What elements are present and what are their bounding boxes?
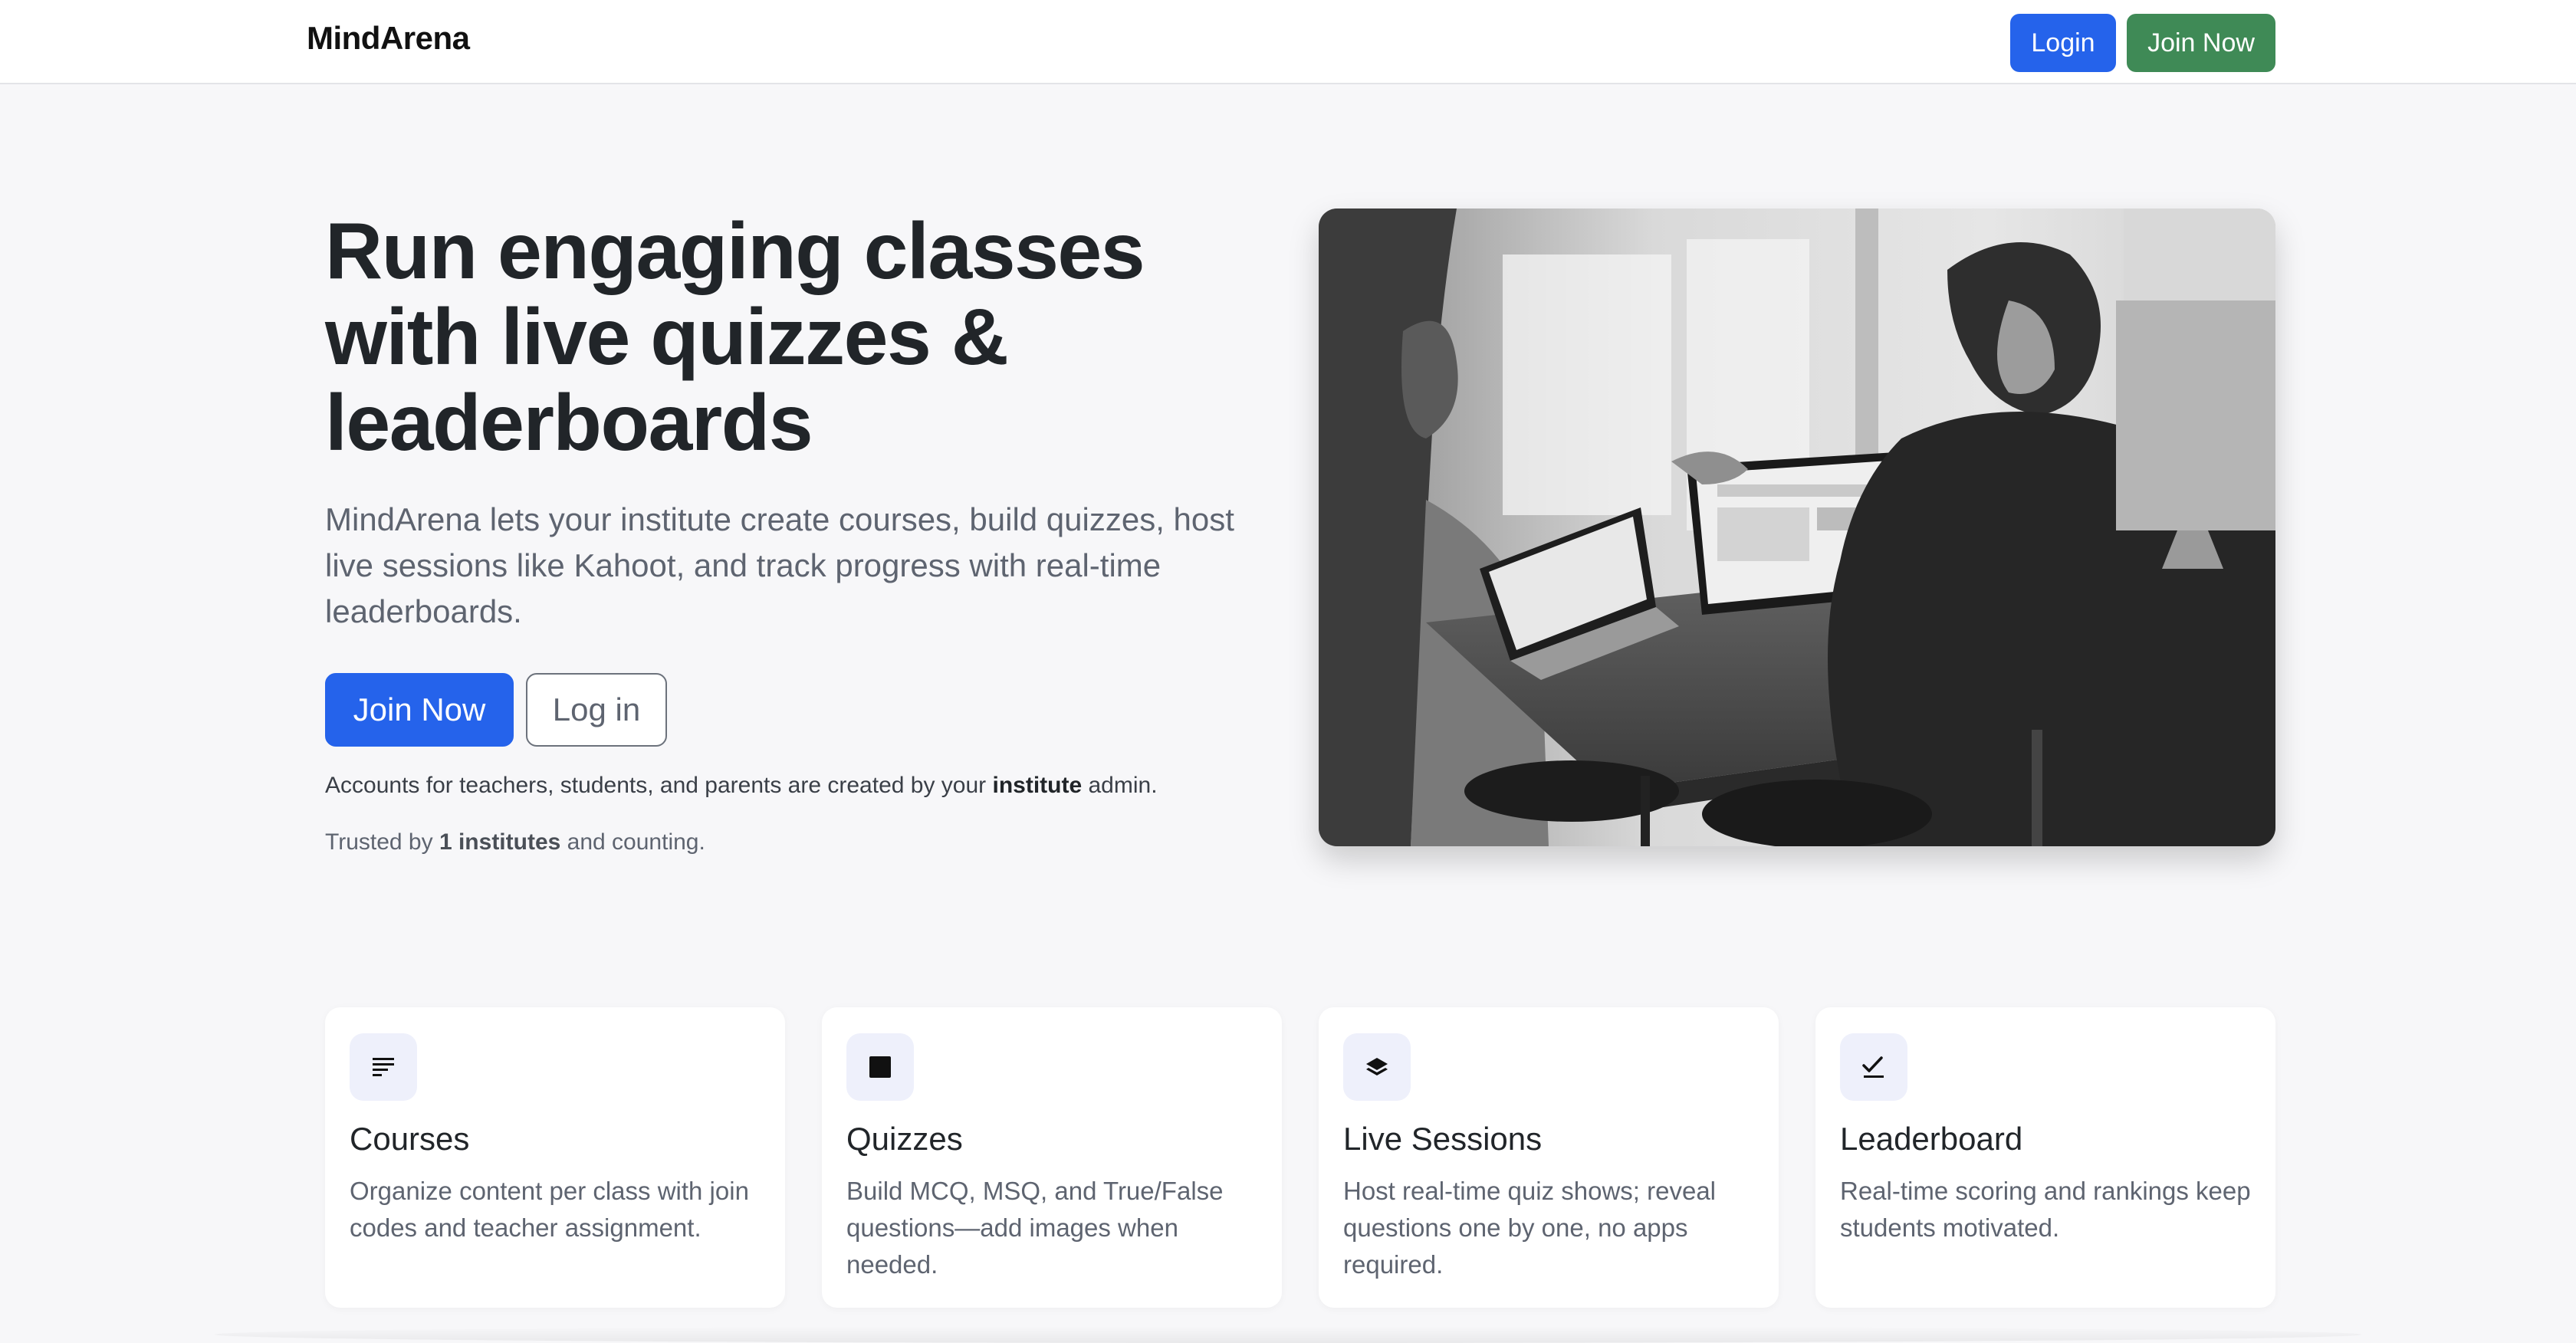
- trusted-note: Trusted by 1 institutes and counting.: [325, 829, 705, 855]
- hero-login-button[interactable]: Log in: [526, 673, 667, 747]
- layers-icon: [1343, 1033, 1411, 1101]
- nav-join-button[interactable]: Join Now: [2127, 14, 2275, 72]
- feature-description: Organize content per class with join cod…: [350, 1177, 749, 1242]
- layers-icon-svg: [1366, 1058, 1388, 1075]
- hero-subtitle: MindArena lets your institute create cou…: [325, 501, 1234, 629]
- feature-title: Courses: [350, 1121, 470, 1157]
- square-icon: [846, 1033, 914, 1101]
- feature-card-leaderboard: Leaderboard Real-time scoring and rankin…: [1815, 1007, 2275, 1308]
- accounts-note-prefix: Accounts for teachers, students, and par…: [325, 773, 993, 798]
- accounts-note-bold: institute: [992, 773, 1083, 798]
- trusted-note-count: 1 institutes: [439, 829, 561, 855]
- feature-description: Build MCQ, MSQ, and True/False questions…: [846, 1177, 1224, 1279]
- check-icon: [1840, 1033, 1907, 1101]
- hero-title: Run engaging classes with live quizzes &…: [325, 207, 1145, 468]
- accounts-note: Accounts for teachers, students, and par…: [325, 773, 1158, 799]
- feature-card-live-sessions: Live Sessions Host real-time quiz shows;…: [1319, 1007, 1779, 1308]
- check-icon-svg: [1862, 1056, 1884, 1078]
- hero-photo-illustration: [1319, 209, 2275, 846]
- feature-title: Leaderboard: [1840, 1121, 2023, 1157]
- feature-title: Live Sessions: [1343, 1121, 1543, 1157]
- feature-title: Quizzes: [846, 1121, 963, 1157]
- hero-join-button[interactable]: Join Now: [325, 673, 514, 747]
- trusted-note-suffix: and counting.: [560, 829, 705, 855]
- top-navbar: MindArena Login Join Now: [0, 0, 2576, 84]
- footer-shadow: [215, 1326, 2361, 1343]
- text-lines-icon: [350, 1033, 417, 1101]
- feature-card-courses: Courses Organize content per class with …: [325, 1007, 785, 1308]
- accounts-note-suffix: admin.: [1082, 773, 1158, 798]
- hero-image: [1319, 209, 2275, 846]
- feature-description: Host real-time quiz shows; reveal questi…: [1343, 1177, 1717, 1279]
- feature-card-quizzes: Quizzes Build MCQ, MSQ, and True/False q…: [822, 1007, 1282, 1308]
- trusted-note-prefix: Trusted by: [325, 829, 439, 855]
- square-icon-svg: [869, 1056, 891, 1078]
- text-lines-icon-svg: [373, 1058, 394, 1076]
- brand-logo[interactable]: MindArena: [307, 20, 470, 57]
- feature-description: Real-time scoring and rankings keep stud…: [1840, 1177, 2251, 1242]
- nav-login-button[interactable]: Login: [2010, 14, 2116, 72]
